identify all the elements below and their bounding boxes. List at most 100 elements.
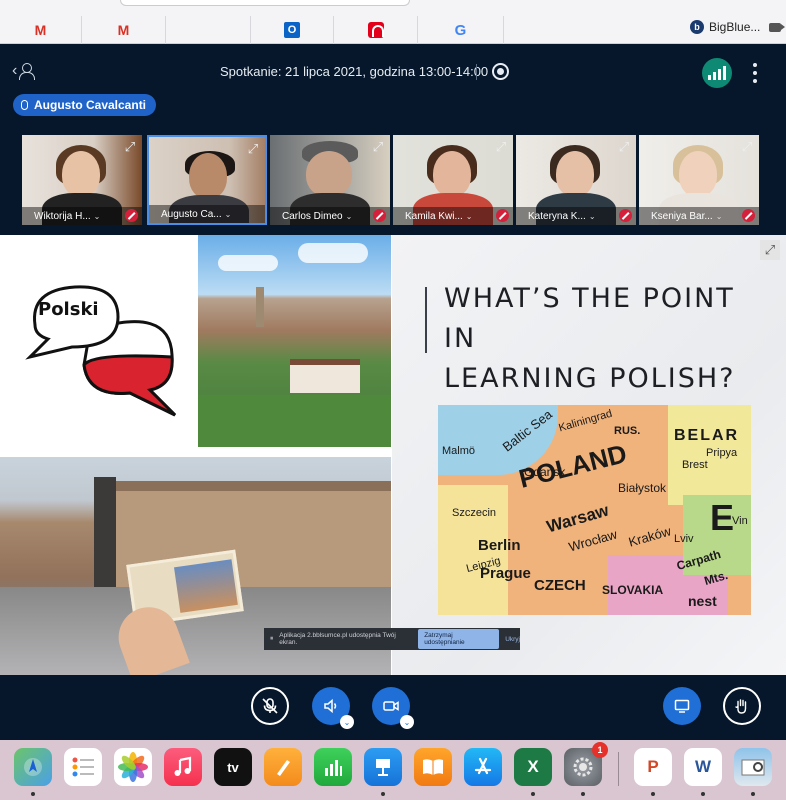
video-tile[interactable]: ⤢ Wiktorija H... ⌄ [22,135,142,225]
music-app-icon[interactable] [164,748,202,786]
participant-face [556,151,594,197]
apple-tv-icon: tv [227,759,239,775]
books-app-icon[interactable] [414,748,452,786]
meeting-controls: ⌄ ⌄ [0,675,786,740]
system-preferences-app-icon[interactable]: 1 [564,742,608,786]
chevron-down-icon[interactable]: ⌄ [400,715,414,729]
options-menu-button[interactable] [752,63,758,83]
poland-map-image: POLAND Gdansk Białystok Berlin Warsaw Wr… [438,405,751,615]
map-label-wroclaw: Wrocław [566,526,619,555]
stop-sharing-button[interactable]: Zatrzymaj udostępnianie [418,629,500,649]
preview-icon [741,759,765,776]
kebab-dot-icon [753,79,757,83]
map-label-vinnytsia: Vin [732,515,748,527]
powerpoint-app-icon[interactable]: P [634,748,672,786]
apple-tv-app-icon[interactable]: tv [214,748,252,786]
preview-app-icon[interactable] [734,748,772,786]
keynote-app-icon[interactable] [364,748,402,786]
mic-muted-icon [496,209,509,222]
presentation-toggle-button[interactable] [663,687,701,725]
running-indicator [531,792,535,796]
bigbluebutton-logo-icon: b [690,20,704,34]
maps-app-icon[interactable] [14,748,52,786]
word-icon: W [694,757,712,776]
pages-app-icon[interactable] [264,748,302,786]
running-indicator [581,792,585,796]
toggle-userlist-button[interactable]: ‹ [12,62,36,80]
fullscreen-presentation-button[interactable]: ⤢ [760,240,780,260]
reminders-icon [72,757,94,777]
video-tile[interactable]: ⤢ Carlos Dimeo ⌄ [270,135,390,225]
participant-name-bar[interactable]: Kseniya Bar... ⌄ [639,207,759,225]
participant-name-bar[interactable]: Carlos Dimeo ⌄ [270,207,390,225]
slide-text-panel: WHAT’S THE POINT IN LEARNING POLISH? POL… [392,235,786,675]
pages-pen-icon [277,760,290,776]
bookmark-santander[interactable] [334,16,418,44]
audio-button[interactable]: ⌄ [312,687,354,729]
participant-face [679,151,717,197]
chevron-down-icon[interactable]: ⌄ [340,715,354,729]
video-tile-active[interactable]: ⤢ Augusto Ca... ⌄ [147,135,267,225]
chevron-down-icon: ⌄ [465,211,473,221]
bookmark-google[interactable]: G [418,16,504,44]
word-app-icon[interactable]: W [684,748,722,786]
presentation-slide: Polski WHAT’S THE POINT IN LEARNING POLI… [0,235,786,675]
gmail-icon: M [34,22,47,38]
map-label-e: E [710,497,735,538]
map-label-pripyat: Pripya [706,447,738,459]
participant-face [306,151,352,197]
photos-app-icon[interactable] [114,748,152,786]
excel-app-icon[interactable]: X [514,748,552,786]
macos-dock: tv X 1 P W [0,740,786,800]
running-indicator [381,792,385,796]
video-tile[interactable]: ⤢ Kseniya Bar... ⌄ [639,135,759,225]
polski-speech-bubble-graphic: Polski [0,235,198,457]
reminders-app-icon[interactable] [64,748,102,786]
expand-icon[interactable]: ⤢ [123,140,137,154]
mic-muted-icon [125,209,138,222]
address-bar[interactable] [120,0,410,6]
expand-icon[interactable]: ⤢ [371,140,385,154]
app-store-icon [474,757,492,775]
running-indicator [701,792,705,796]
connection-status-button[interactable] [702,58,732,88]
participant-name-bar[interactable]: Augusto Ca... ⌄ [149,205,265,223]
gear-icon [573,757,593,777]
drag-handle-icon[interactable]: ⏸ [270,635,273,643]
chevron-down-icon: ⌄ [345,211,353,221]
notification-text: Aplikacja 2.bblsumce.pl udostępnia Twój … [279,632,396,646]
app-store-app-icon[interactable] [464,748,502,786]
photos-icon [118,752,148,782]
mic-off-icon [262,698,278,714]
chevron-down-icon: ⌄ [715,211,723,221]
participant-name-bar[interactable]: Kateryna K... ⌄ [516,207,636,225]
expand-icon[interactable]: ⤢ [246,142,260,156]
video-tile[interactable]: ⤢ Kamila Kwi... ⌄ [393,135,513,225]
bookmark-outlook[interactable]: O [250,16,334,44]
video-tile[interactable]: ⤢ Kateryna K... ⌄ [516,135,636,225]
expand-icon[interactable]: ⤢ [617,140,631,154]
tab-bigbluebutton[interactable]: b BigBlue... [690,20,786,34]
kebab-dot-icon [753,63,757,67]
participant-face [189,153,227,199]
record-icon[interactable] [492,63,509,80]
running-indicator [31,792,35,796]
tower [256,287,264,327]
mute-microphone-button[interactable] [251,687,289,725]
map-label-szczecin: Szczecin [452,507,497,519]
user-icon [19,63,36,80]
hide-notification-link[interactable]: Ukryj [505,636,520,643]
participant-name-bar[interactable]: Kamila Kwi... ⌄ [393,207,513,225]
chevron-left-icon: ‹ [12,62,18,79]
numbers-app-icon[interactable] [314,748,352,786]
expand-icon[interactable]: ⤢ [740,140,754,154]
bookmark-gmail-1[interactable]: M [0,16,82,44]
browser-toolbar: M M O G b BigBlue... [0,0,786,44]
camera-button[interactable]: ⌄ [372,687,414,729]
expand-icon[interactable]: ⤢ [494,140,508,154]
participant-name-bar[interactable]: Wiktorija H... ⌄ [22,207,142,225]
hand-icon [735,699,747,714]
participant-face [433,151,471,197]
bookmark-gmail-2[interactable]: M [82,16,166,44]
raise-hand-button[interactable] [723,687,761,725]
